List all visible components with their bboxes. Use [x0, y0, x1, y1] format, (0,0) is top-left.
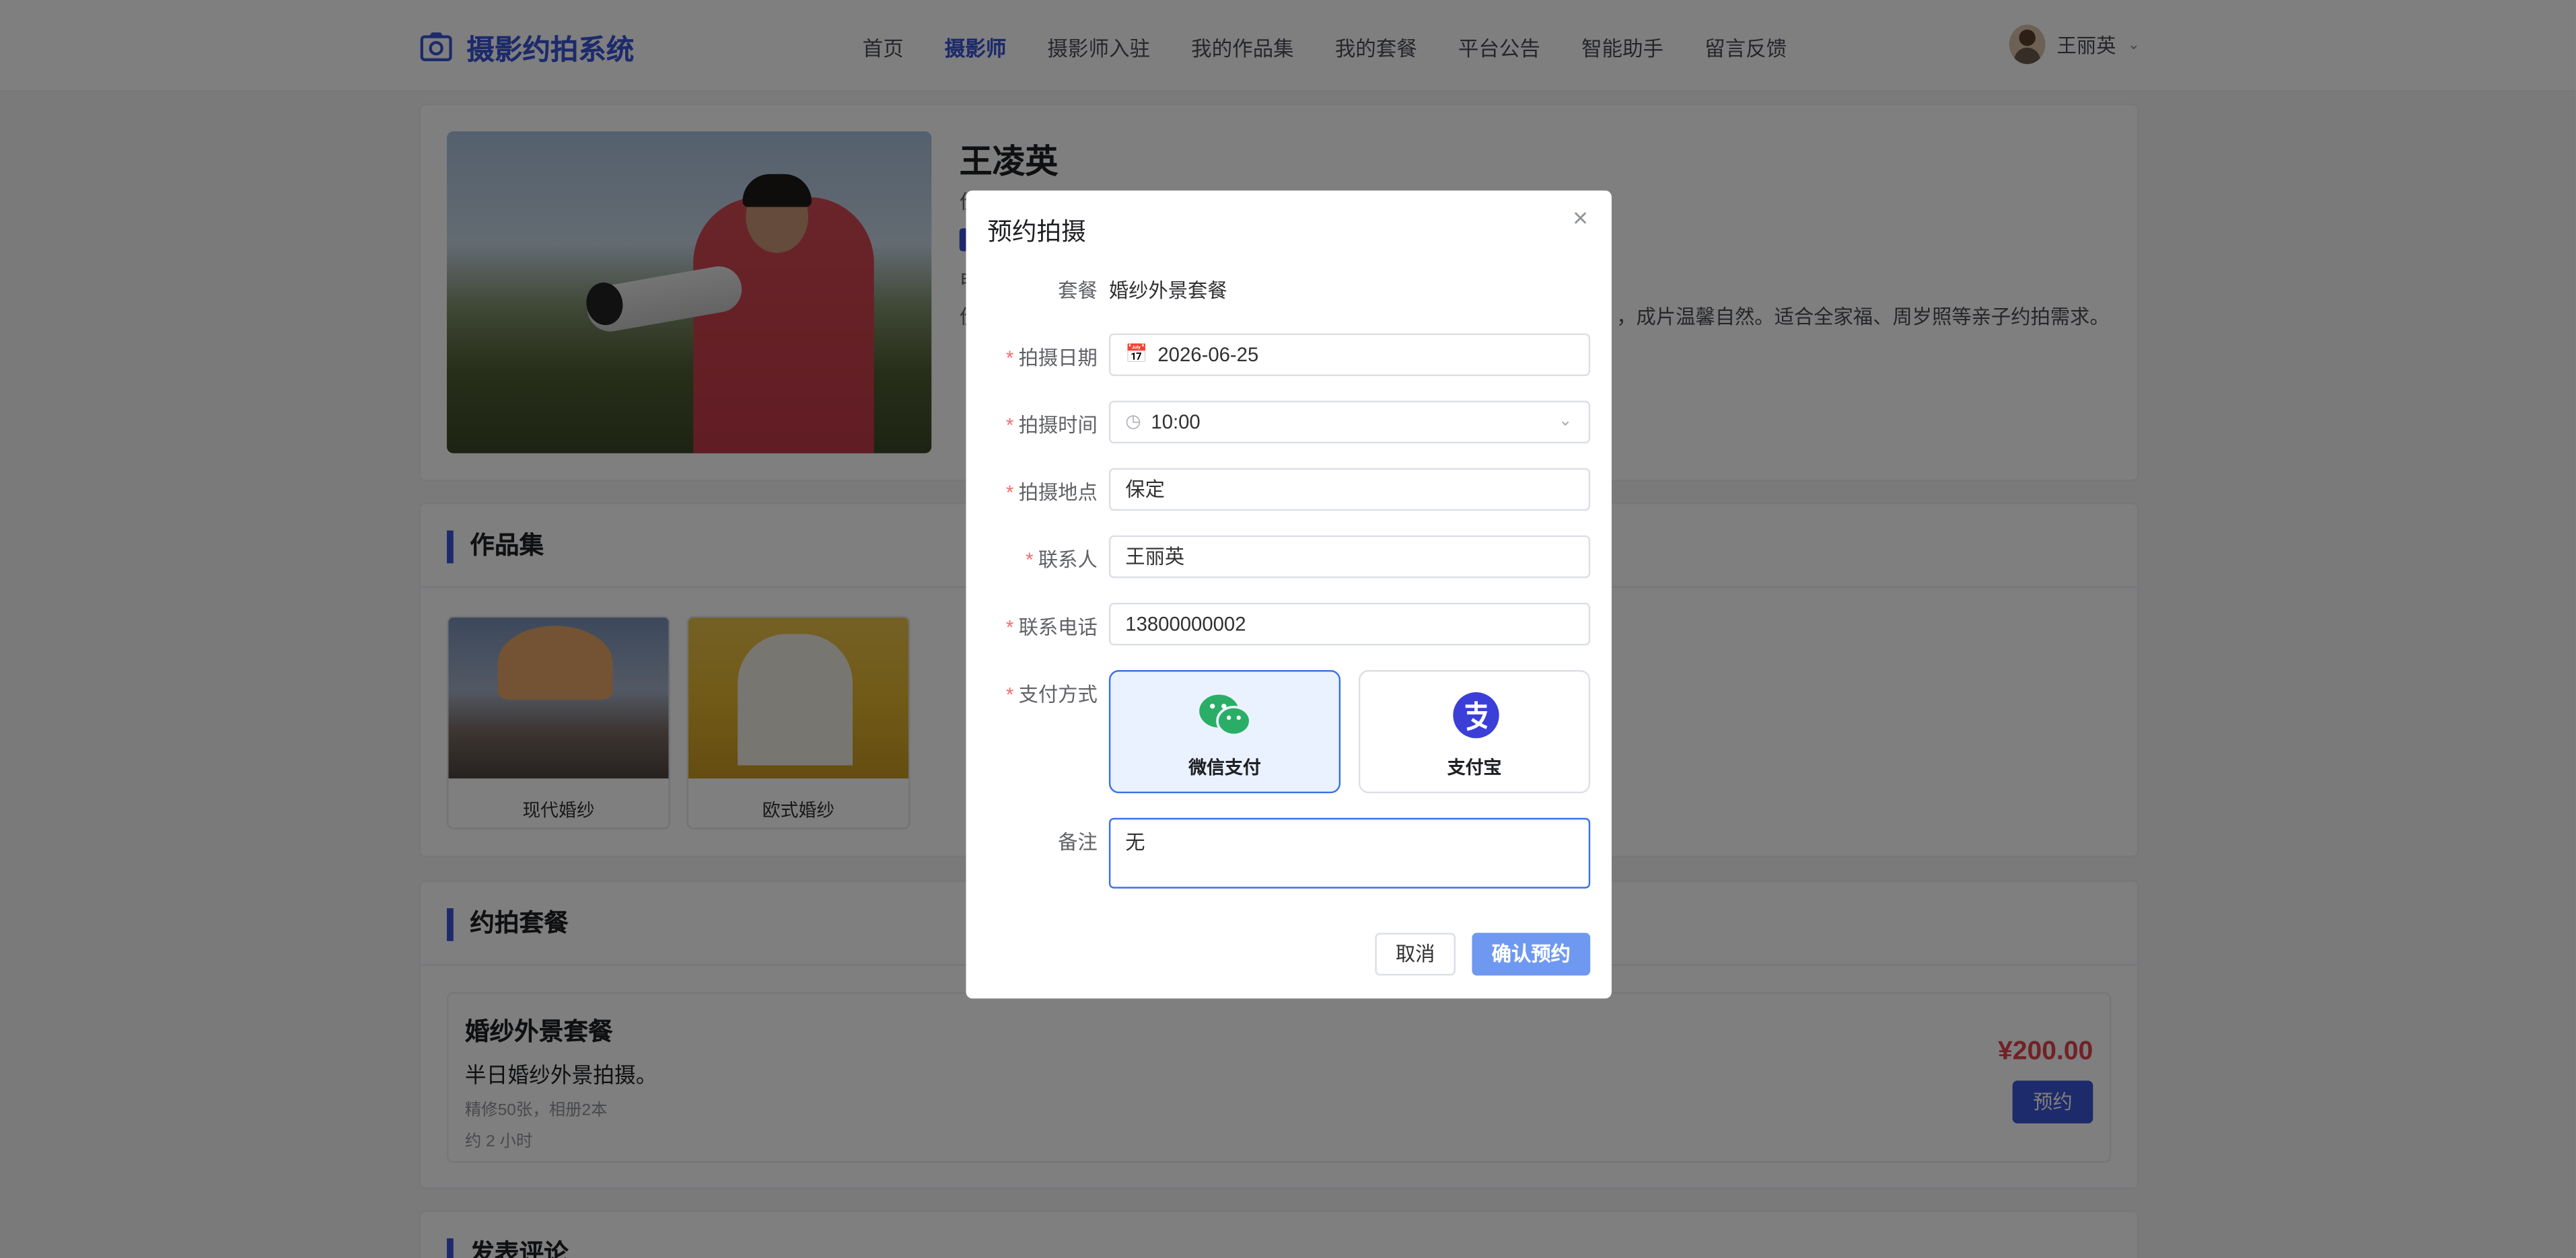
payment-label: * 支付方式	[1005, 683, 1098, 706]
contact-value: 王丽英	[1125, 545, 1185, 568]
cancel-button[interactable]: 取消	[1375, 932, 1456, 976]
location-value: 保定	[1125, 478, 1165, 501]
booking-dialog: 预约拍摄 × 套餐 婚纱外景套餐 * 拍摄日期 📅 2026-06-25 * 拍摄时…	[966, 190, 1612, 999]
phone-label: * 联系电话	[1005, 616, 1098, 639]
calendar-icon: 📅	[1125, 344, 1148, 365]
confirm-booking-button[interactable]: 确认预约	[1472, 932, 1591, 976]
contact-label: * 联系人	[1026, 548, 1098, 572]
close-icon[interactable]: ×	[1569, 206, 1591, 232]
contact-input[interactable]: 王丽英	[1108, 535, 1591, 579]
location-label: * 拍摄地点	[1005, 481, 1098, 505]
payment-option-alipay[interactable]: 支付宝	[1358, 670, 1591, 794]
time-value: 10:00	[1151, 410, 1201, 434]
wechat-icon	[1199, 694, 1252, 737]
dialog-title: 预约拍摄	[987, 218, 1086, 247]
remark-textarea[interactable]: 无	[1108, 817, 1591, 889]
time-label: * 拍摄时间	[1005, 414, 1098, 437]
phone-input[interactable]: 13800000002	[1108, 602, 1591, 646]
payment-label-wechat: 微信支付	[1188, 758, 1261, 779]
chevron-down-icon: ⌄	[1558, 412, 1573, 431]
date-label: * 拍摄日期	[1005, 346, 1098, 370]
location-input[interactable]: 保定	[1108, 468, 1591, 511]
date-picker[interactable]: 📅 2026-06-25	[1108, 333, 1591, 377]
clock-icon: ◷	[1125, 412, 1141, 433]
phone-value: 13800000002	[1125, 612, 1246, 636]
package-label: 套餐	[1058, 279, 1098, 303]
date-value: 2026-06-25	[1157, 343, 1259, 367]
payment-label-alipay: 支付宝	[1447, 758, 1502, 779]
package-value: 婚纱外景套餐	[1108, 279, 1227, 303]
alipay-icon	[1453, 692, 1499, 739]
time-select[interactable]: ◷ 10:00 ⌄	[1108, 400, 1591, 444]
remark-label: 备注	[1058, 831, 1098, 854]
payment-option-wechat[interactable]: 微信支付	[1108, 670, 1341, 794]
